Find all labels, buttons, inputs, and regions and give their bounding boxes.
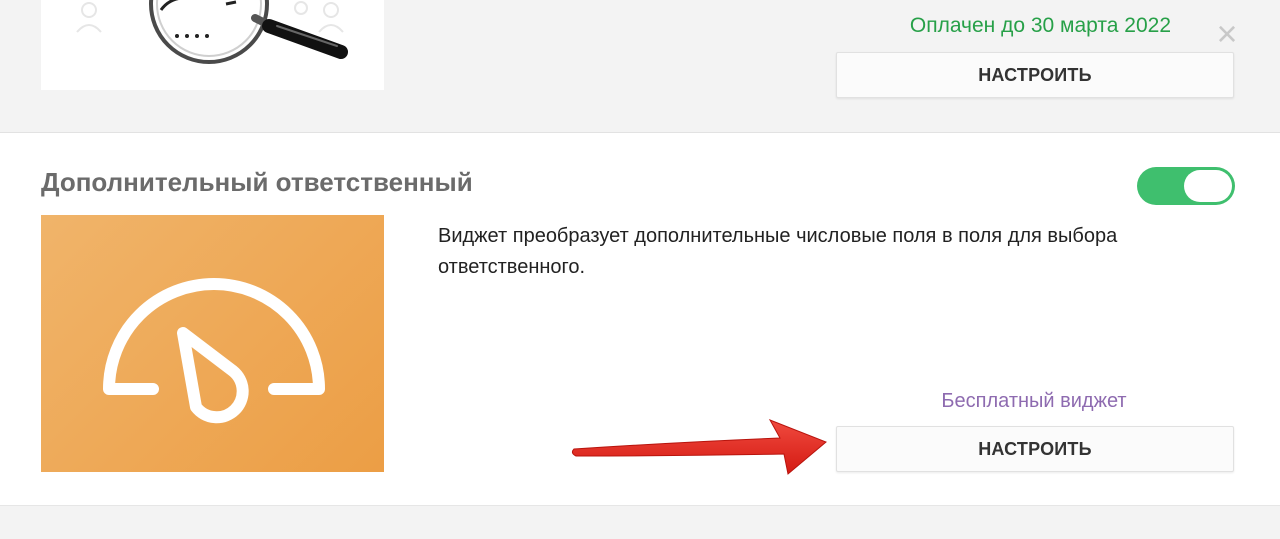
magnifier-icon bbox=[76, 0, 348, 64]
paid-status-text: Оплачен до 30 марта 2022 bbox=[909, 14, 1171, 37]
widget-logo bbox=[41, 215, 384, 472]
annotation-arrow-icon bbox=[571, 419, 827, 475]
configure-button-previous[interactable]: НАСТРОИТЬ bbox=[836, 52, 1234, 98]
widget-card-previous: Оплачен до 30 марта 2022 × НАСТРОИТЬ bbox=[0, 0, 1280, 133]
gauge-icon bbox=[103, 278, 325, 424]
price-label: Бесплатный виджет bbox=[941, 390, 1127, 412]
previous-widget-thumbnail bbox=[41, 0, 384, 90]
toggle-knob bbox=[1184, 170, 1232, 202]
close-icon[interactable]: × bbox=[1212, 16, 1242, 52]
configure-button[interactable]: НАСТРОИТЬ bbox=[836, 426, 1234, 472]
widget-description: Виджет преобразует дополнительные числов… bbox=[438, 225, 1118, 278]
widget-enable-toggle[interactable] bbox=[1137, 167, 1235, 205]
widget-title: Дополнительный ответственный bbox=[41, 167, 473, 197]
